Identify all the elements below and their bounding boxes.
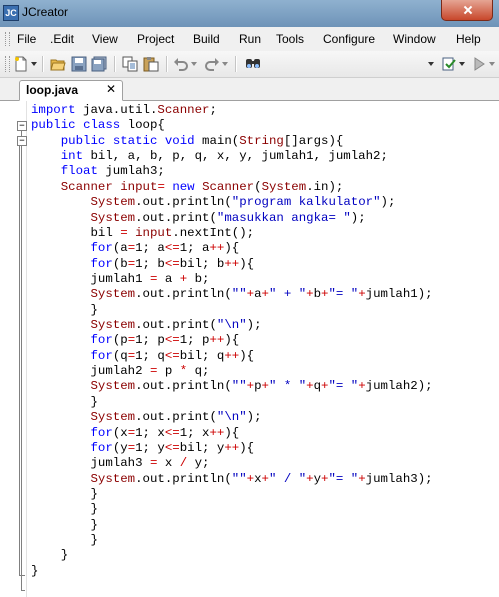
code-line[interactable]: Scanner input= new Scanner(System.in); (31, 180, 433, 195)
toolbar-separator (42, 56, 44, 72)
code-line[interactable]: for(y=1; y<=bil; y++){ (31, 441, 433, 456)
menu-tools[interactable]: Tools (276, 32, 304, 46)
menu-configure[interactable]: Configure (323, 32, 375, 46)
code-line[interactable]: float jumlah3; (31, 164, 433, 179)
jcreator-app-icon[interactable]: JC (3, 5, 19, 21)
tab-close-icon[interactable]: ✕ (106, 82, 116, 96)
window-title: JCreator (22, 5, 69, 19)
redo-icon[interactable] (204, 56, 220, 72)
close-window-button[interactable] (441, 0, 493, 21)
menu-run[interactable]: Run (239, 32, 261, 46)
code-line[interactable]: } (31, 533, 433, 548)
save-icon[interactable] (71, 56, 87, 72)
menu-view[interactable]: View (92, 32, 118, 46)
code-line[interactable]: } (31, 487, 433, 502)
build-icon[interactable] (441, 56, 457, 72)
fold-gutter: − − (0, 101, 27, 597)
code-line[interactable]: System.out.println(""+x+" / "+y+"= "+jum… (31, 472, 433, 487)
fold-guide-line (19, 146, 20, 576)
code-line[interactable]: System.out.println(""+p+" * "+q+"= "+jum… (31, 379, 433, 394)
new-file-icon[interactable] (13, 56, 29, 72)
code-line[interactable]: jumlah3 = x / y; (31, 456, 433, 471)
title-bar: JC JCreator (0, 0, 499, 27)
toolbar-grip-handle[interactable] (5, 56, 10, 72)
code-line[interactable]: for(x=1; x<=1; x++){ (31, 426, 433, 441)
toolbar-separator (114, 56, 116, 72)
paste-icon[interactable] (143, 56, 159, 72)
code-line[interactable]: for(a=1; a<=1; a++){ (31, 241, 433, 256)
tab-loop-java[interactable]: loop.java ✕ (19, 80, 123, 101)
code-line[interactable]: int bil, a, b, p, q, x, y, jumlah1, juml… (31, 149, 433, 164)
code-line[interactable]: } (31, 395, 433, 410)
menu-file[interactable]: File (17, 32, 36, 46)
code-line[interactable]: public class loop{ (31, 118, 433, 133)
menu-bar: File .Edit View Project Build Run Tools … (0, 27, 499, 52)
tab-label[interactable]: loop.java (26, 83, 78, 97)
code-line[interactable]: jumlah2 = p * q; (31, 364, 433, 379)
code-line[interactable]: } (31, 303, 433, 318)
fold-end-tick (21, 590, 25, 591)
code-line[interactable]: System.out.println(""+a+" + "+b+"= "+jum… (31, 287, 433, 302)
code-line[interactable]: System.out.print("\n"); (31, 410, 433, 425)
code-line[interactable]: } (31, 518, 433, 533)
fold-collapse-icon[interactable]: − (17, 136, 27, 146)
code-line[interactable]: System.out.print("\n"); (31, 318, 433, 333)
code-line[interactable]: import java.util.Scanner; (31, 103, 433, 118)
code-line[interactable]: System.out.print("masukkan angka= "); (31, 211, 433, 226)
run-dropdown-icon[interactable] (489, 62, 495, 67)
menu-build[interactable]: Build (193, 32, 220, 46)
undo-icon[interactable] (173, 56, 189, 72)
code-editor[interactable]: − − import java.util.Scanner; public clas… (0, 101, 499, 597)
menu-window[interactable]: Window (393, 32, 436, 46)
code-line[interactable]: for(b=1; b<=bil; b++){ (31, 257, 433, 272)
code-line[interactable]: } (31, 564, 433, 579)
fold-collapse-icon[interactable]: − (17, 121, 27, 131)
code-line[interactable]: for(q=1; q<=bil; q++){ (31, 349, 433, 364)
copy-icon[interactable] (122, 56, 138, 72)
configuration-dropdown-icon[interactable] (428, 62, 434, 67)
document-tab-bar: loop.java ✕ (0, 78, 499, 101)
code-line[interactable]: jumlah1 = a + b; (31, 272, 433, 287)
save-all-icon[interactable] (91, 56, 107, 72)
code-line[interactable]: } (31, 548, 433, 563)
toolbar-separator (166, 56, 168, 72)
code-line[interactable]: System.out.println("program kalkulator")… (31, 195, 433, 210)
new-file-dropdown-icon[interactable] (31, 62, 37, 67)
open-folder-icon[interactable] (50, 56, 66, 72)
find-icon[interactable] (245, 56, 261, 72)
main-toolbar (0, 51, 499, 78)
code-line[interactable]: for(p=1; p<=1; p++){ (31, 333, 433, 348)
menu-help[interactable]: Help (456, 32, 481, 46)
run-icon[interactable] (471, 56, 487, 72)
build-dropdown-icon[interactable] (459, 62, 465, 67)
code-line[interactable]: bil = input.nextInt(); (31, 226, 433, 241)
undo-dropdown-icon[interactable] (191, 62, 197, 67)
fold-end-tick (19, 575, 25, 576)
menu-edit[interactable]: .Edit (50, 32, 74, 46)
fold-guide-line (21, 131, 22, 591)
redo-dropdown-icon[interactable] (222, 62, 228, 67)
toolbar-separator (235, 56, 237, 72)
source-code[interactable]: import java.util.Scanner; public class lo… (31, 103, 433, 579)
menu-project[interactable]: Project (137, 32, 174, 46)
code-line[interactable]: } (31, 502, 433, 517)
menu-grip-handle[interactable] (5, 32, 10, 46)
code-line[interactable]: public static void main(String[]args){ (31, 134, 433, 149)
